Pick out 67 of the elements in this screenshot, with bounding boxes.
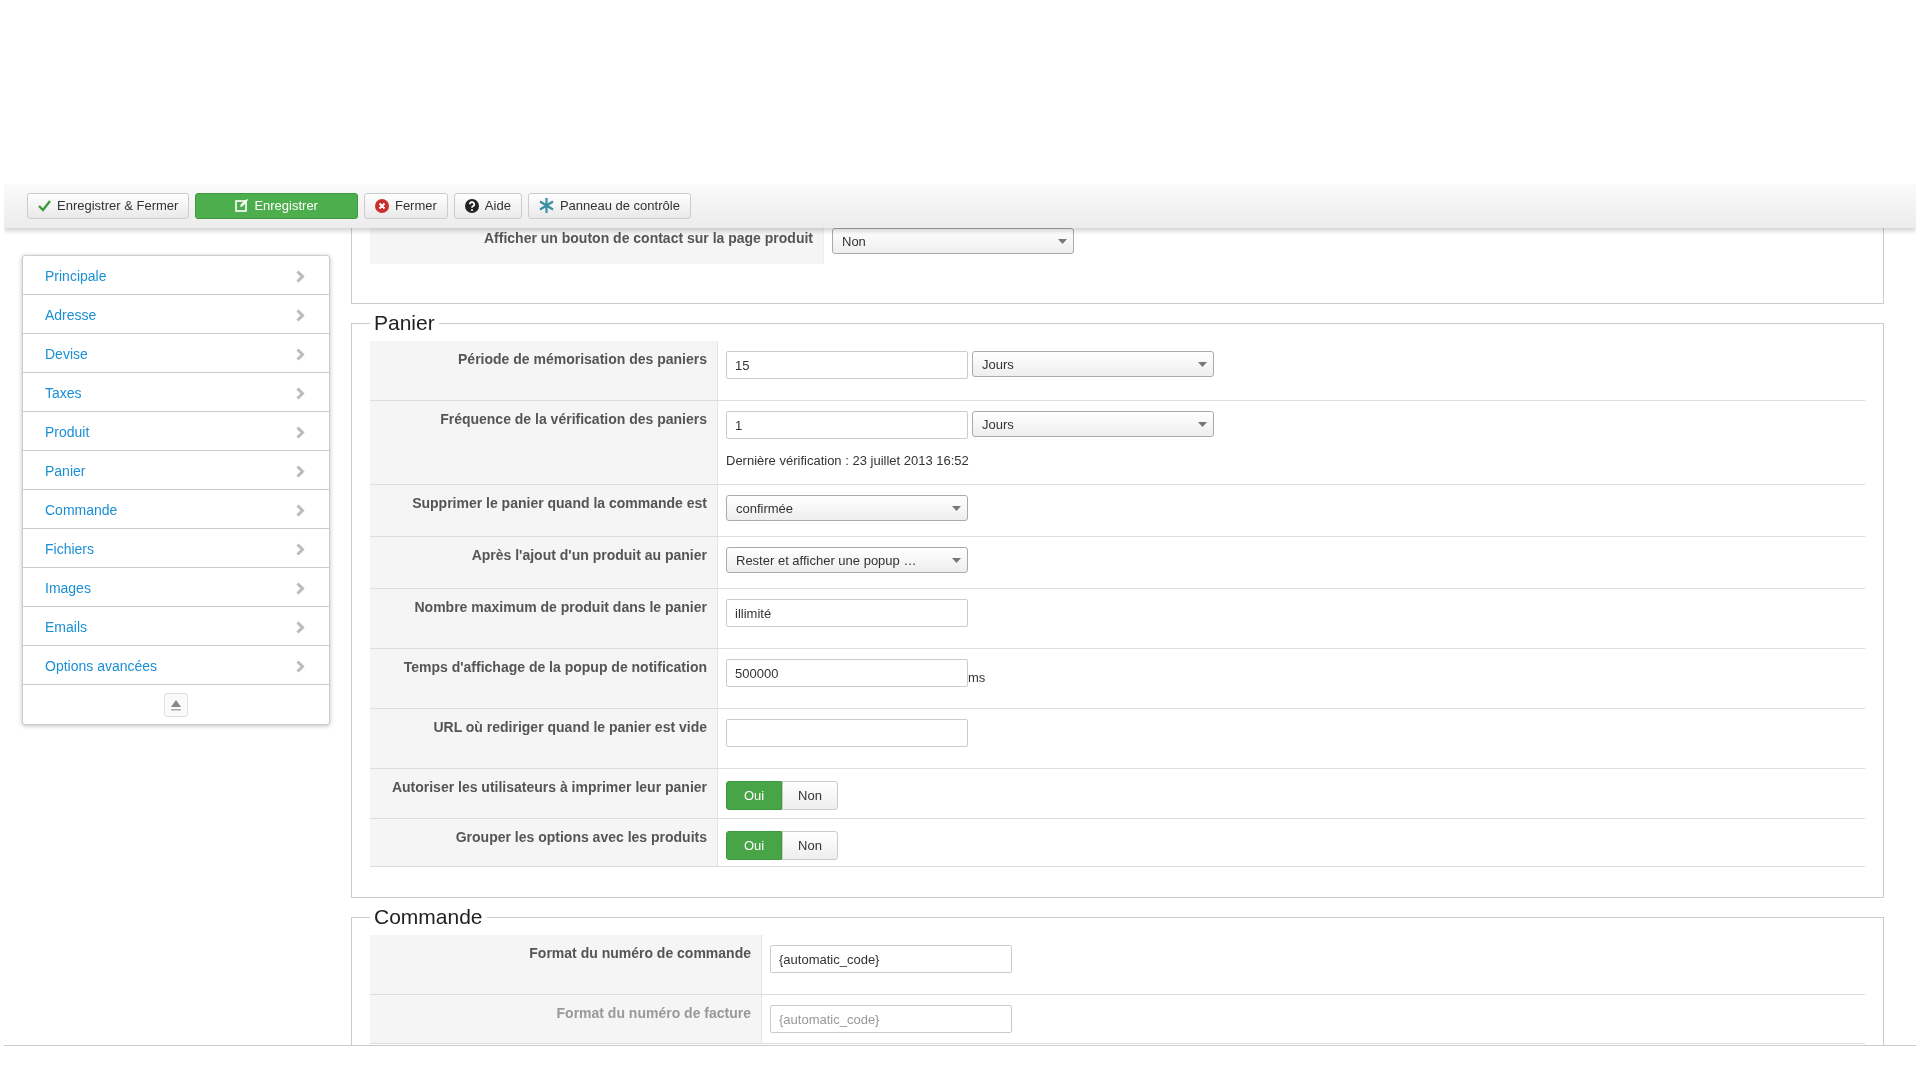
caret-icon (1198, 361, 1207, 367)
sidebar-item[interactable]: Taxes (23, 373, 329, 412)
dropdown[interactable]: Non (832, 228, 1074, 254)
input-field[interactable]: {automatic_code} (770, 945, 1012, 973)
chevron-right-icon (296, 464, 305, 478)
section-title: Commande (373, 905, 484, 929)
caret-icon (952, 557, 961, 563)
unit-label: ms (968, 670, 986, 685)
sidebar-item[interactable]: Options avancées (23, 646, 329, 685)
sidebar-item[interactable]: Panier (23, 451, 329, 490)
field-label: Période de mémorisation des paniers (458, 351, 707, 367)
asterisk-icon (538, 198, 554, 213)
sidebar-item[interactable]: Devise (23, 334, 329, 373)
field-label: Afficher un bouton de contact sur la page produit (484, 230, 813, 246)
sidebar-item[interactable]: Produit (23, 412, 329, 451)
chevron-right-icon (296, 659, 305, 673)
toolbar-button[interactable]: Enregistrer & Fermer (27, 192, 190, 219)
close-icon (374, 198, 389, 213)
input-field[interactable]: 15 (726, 351, 968, 379)
toolbar-button[interactable]: Panneau de contrôle (527, 192, 691, 219)
field-label: Après l'ajout d'un produit au panier (471, 547, 707, 563)
field-label: Grouper les options avec les produits (455, 829, 707, 845)
caret-icon (1198, 421, 1207, 427)
help-text: Dernière vérification : 23 juillet 2013 16:52 (726, 453, 970, 468)
input-field[interactable]: 500000 (726, 659, 968, 687)
chevron-right-icon (296, 581, 305, 595)
field-label: Supprimer le panier quand la commande est (412, 495, 707, 511)
sidebar-item[interactable]: Emails (23, 607, 329, 646)
dropdown[interactable]: Rester et afficher une popup … (726, 547, 968, 573)
sidebar-item[interactable]: Adresse (23, 295, 329, 334)
sidebar-item[interactable]: Fichiers (23, 529, 329, 568)
chevron-right-icon (296, 620, 305, 634)
field-label: Temps d'affichage de la popup de notification (403, 659, 707, 675)
edit-icon (235, 199, 249, 212)
input-field[interactable]: 1 (726, 411, 968, 439)
toggle-option[interactable]: Non (782, 781, 838, 810)
eject-icon (170, 698, 182, 711)
chevron-right-icon (296, 269, 305, 283)
toolbar-button[interactable]: Fermer (363, 192, 448, 219)
chevron-right-icon (296, 542, 305, 556)
field-label: Nombre maximum de produit dans le panier (414, 599, 707, 615)
dropdown[interactable]: confirmée (726, 495, 968, 521)
chevron-right-icon (296, 308, 305, 322)
check-icon (38, 199, 51, 212)
field-label: Autoriser les utilisateurs à imprimer leur panier (391, 779, 707, 795)
field-label: Fréquence de la vérification des paniers (440, 411, 707, 427)
chevron-right-icon (296, 386, 305, 400)
toggle-option[interactable]: Non (782, 831, 838, 860)
scroll-up-button[interactable] (164, 692, 188, 717)
field-label: Format du numéro de facture (556, 1005, 751, 1021)
dropdown[interactable]: Jours (972, 411, 1214, 437)
sidebar-item[interactable]: Commande (23, 490, 329, 529)
sidebar-item[interactable]: Images (23, 568, 329, 607)
dropdown[interactable]: Jours (972, 351, 1214, 377)
field-label: Format du numéro de commande (529, 945, 751, 961)
section-title: Panier (373, 311, 436, 335)
toolbar-button[interactable]: Aide (453, 192, 522, 219)
input-field[interactable]: illimité (726, 599, 968, 627)
chevron-right-icon (296, 503, 305, 517)
sidebar-item[interactable]: Principale (23, 256, 329, 295)
chevron-right-icon (296, 425, 305, 439)
caret-icon (1058, 238, 1067, 244)
field-label: URL où rediriger quand le panier est vide (433, 719, 707, 735)
help-icon (464, 198, 479, 213)
chevron-right-icon (296, 347, 305, 361)
input-field[interactable] (726, 719, 968, 747)
caret-icon (952, 505, 961, 511)
